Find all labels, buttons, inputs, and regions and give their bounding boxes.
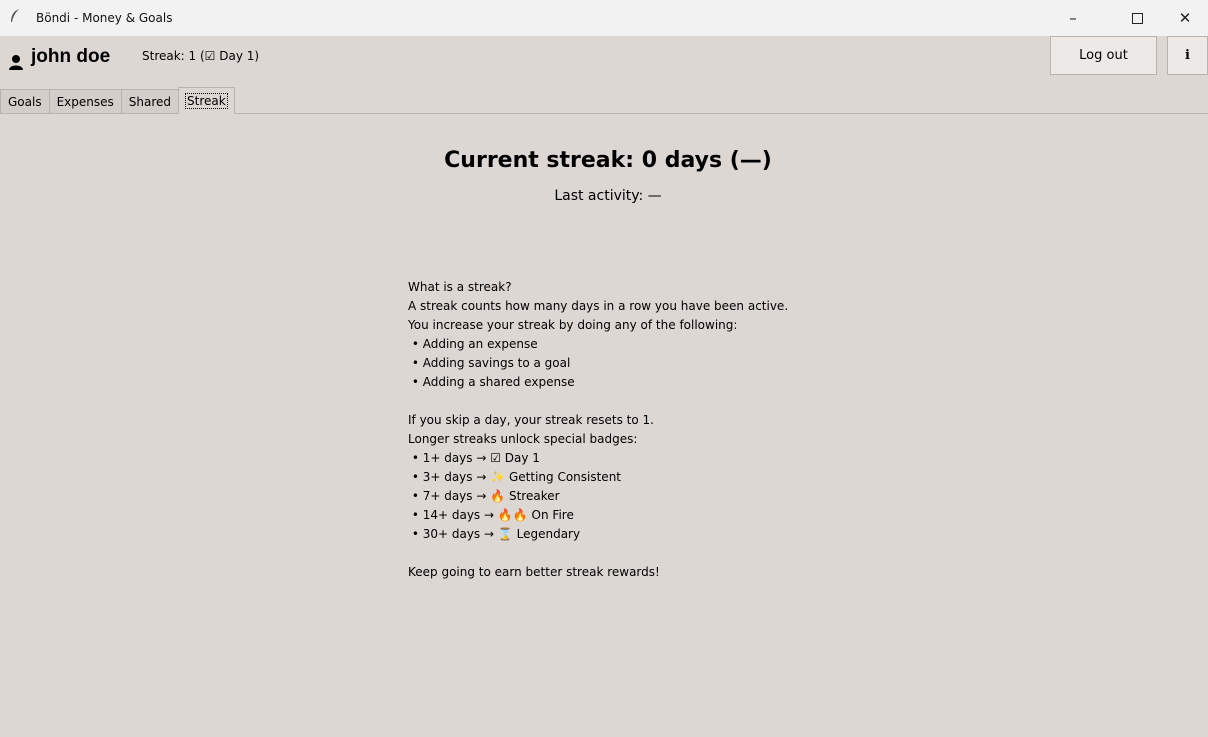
username: john doe bbox=[31, 46, 111, 67]
info-button[interactable]: i bbox=[1167, 36, 1208, 75]
tab-shared-label: Shared bbox=[128, 95, 172, 109]
info-line: You increase your streak by doing any of… bbox=[408, 318, 738, 332]
maximize-button[interactable] bbox=[1114, 0, 1160, 36]
minimize-button[interactable]: – bbox=[1050, 0, 1096, 36]
info-line: • Adding a shared expense bbox=[408, 375, 575, 389]
tab-streak[interactable]: Streak bbox=[178, 87, 235, 114]
info-line: If you skip a day, your streak resets to… bbox=[408, 413, 654, 427]
logout-button[interactable]: Log out bbox=[1050, 36, 1157, 75]
tab-shared[interactable]: Shared bbox=[120, 89, 180, 114]
info-line bbox=[408, 392, 788, 411]
feather-icon bbox=[10, 9, 36, 27]
tab-expenses[interactable]: Expenses bbox=[48, 89, 122, 114]
info-line: • 30+ days → ⌛ Legendary bbox=[408, 527, 581, 541]
window-title: Böndi - Money & Goals bbox=[36, 11, 173, 25]
streak-status-label: Streak: 1 (☑ Day 1) bbox=[142, 49, 260, 63]
info-line: • 3+ days → ✨ Getting Consistent bbox=[408, 470, 621, 484]
close-button[interactable]: ✕ bbox=[1162, 0, 1208, 36]
info-line bbox=[408, 544, 788, 563]
info-line: • 7+ days → 🔥 Streaker bbox=[408, 489, 560, 503]
user-icon bbox=[9, 54, 23, 70]
close-icon: ✕ bbox=[1178, 9, 1192, 27]
info-line: • Adding an expense bbox=[408, 337, 538, 351]
info-line: A streak counts how many days in a row y… bbox=[408, 299, 789, 313]
last-activity-label: Last activity: — bbox=[554, 188, 662, 204]
window-titlebar: Böndi - Money & Goals – ✕ bbox=[0, 0, 1208, 36]
info-line: Keep going to earn better streak rewards… bbox=[408, 565, 660, 579]
tab-bar: Goals Expenses Shared Streak bbox=[0, 87, 235, 114]
tab-streak-label: Streak bbox=[185, 92, 228, 109]
info-line: What is a streak? bbox=[408, 280, 512, 294]
tab-goals-label: Goals bbox=[8, 95, 42, 109]
minimize-icon: – bbox=[1069, 9, 1077, 27]
streak-info-text: What is a streak? A streak counts how ma… bbox=[408, 278, 788, 582]
info-line: • 1+ days → ☑ Day 1 bbox=[408, 451, 540, 465]
tab-expenses-label: Expenses bbox=[56, 95, 114, 109]
maximize-icon bbox=[1131, 12, 1143, 24]
current-streak-heading: Current streak: 0 days (—) bbox=[444, 148, 772, 173]
tab-goals[interactable]: Goals bbox=[0, 89, 50, 114]
info-line: • 14+ days → 🔥🔥 On Fire bbox=[408, 508, 574, 522]
info-line: • Adding savings to a goal bbox=[408, 356, 571, 370]
info-line: Longer streaks unlock special badges: bbox=[408, 432, 638, 446]
app-header: john doe Streak: 1 (☑ Day 1) Log out i bbox=[0, 36, 1208, 86]
